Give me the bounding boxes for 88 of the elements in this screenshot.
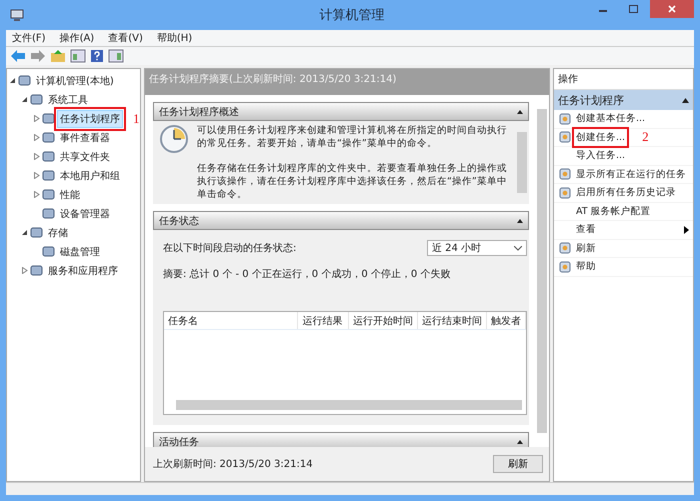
section-header[interactable]: 任务状态 — [153, 211, 529, 230]
annotation-number: 1 — [133, 110, 140, 126]
tree-item[interactable]: 服务和应用程序 — [45, 262, 121, 280]
expand-arrow-icon[interactable] — [33, 153, 40, 160]
node-icon — [18, 74, 31, 87]
close-button[interactable] — [650, 0, 694, 18]
node-icon — [42, 245, 55, 258]
collapse-arrow-icon — [517, 110, 523, 114]
action-item[interactable]: 显示所有正在运行的任务 — [576, 168, 686, 181]
column-header[interactable]: 触发者 — [487, 312, 526, 329]
tree-item[interactable]: 设备管理器 — [57, 204, 113, 222]
action-icon — [559, 186, 571, 199]
maximize-icon — [628, 5, 638, 13]
tree-item[interactable]: 性能 — [57, 186, 83, 204]
action-icon — [559, 260, 571, 273]
tree-item[interactable]: 本地用户和组 — [57, 166, 123, 184]
column-header[interactable]: 运行开始时间 — [349, 312, 418, 329]
window-title: 计算机管理 — [320, 7, 384, 24]
description-text: 可以使用任务计划程序来创建和管理计算机将在所指定的时间自动执行的常见任务。若要开始，请单击“操作”菜单中的命令。 — [197, 124, 507, 150]
scrollbar[interactable] — [517, 132, 527, 193]
period-label: 在以下时间段启动的任务状态: — [163, 242, 296, 255]
action-pane-icon[interactable] — [108, 49, 124, 63]
annotation-number: 2 — [642, 129, 649, 146]
node-icon — [30, 226, 43, 239]
action-icon — [559, 112, 571, 125]
close-icon — [668, 5, 676, 13]
collapse-arrow-icon[interactable] — [21, 96, 28, 103]
menu-item[interactable]: 查看(V) — [108, 31, 143, 45]
action-item[interactable]: 导入任务... — [576, 149, 626, 162]
folder-up-icon[interactable] — [50, 49, 66, 63]
node-icon — [42, 131, 55, 144]
node-icon — [42, 207, 55, 220]
collapse-arrow-icon — [682, 98, 689, 102]
column-header[interactable]: 任务名 — [164, 312, 298, 329]
action-item[interactable]: 帮助 — [576, 260, 596, 274]
collapse-arrow-icon — [517, 440, 523, 444]
action-icon — [559, 131, 571, 144]
last-refresh-text: 上次刷新时间: 2013/5/20 3:21:14 — [153, 458, 313, 471]
status-summary: 摘要: 总计 0 个 - 0 个正在运行，0 个成功，0 个停止，0 个失败 — [163, 268, 452, 281]
summary-header: 任务计划程序摘要(上次刷新时间: 2013/5/20 3:21:14) — [145, 69, 549, 95]
actions-section-header[interactable]: 任务计划程序 — [554, 90, 693, 110]
action-item[interactable]: 启用所有任务历史记录 — [576, 186, 676, 200]
console-pane-icon[interactable] — [70, 49, 86, 63]
chevron-down-icon — [514, 246, 522, 250]
node-icon — [42, 112, 55, 125]
menu-item[interactable]: 操作(A) — [60, 31, 94, 45]
action-item[interactable]: 查看 — [576, 223, 596, 236]
help-icon[interactable] — [90, 49, 104, 63]
node-icon — [30, 264, 43, 277]
tree-item[interactable]: 存储 — [45, 224, 71, 242]
expand-arrow-icon[interactable] — [33, 115, 40, 122]
action-item[interactable]: 刷新 — [576, 242, 596, 255]
collapse-arrow-icon — [517, 218, 523, 222]
node-icon — [42, 169, 55, 182]
node-icon — [42, 188, 55, 201]
refresh-button[interactable]: 刷新 — [493, 455, 543, 473]
description-text: 任务存储在任务计划程序库的文件夹中。若要查看单独任务上的操作或执行该操作，请在任务计划程序库中选择该任务，然后在“操作”菜单中单击命令。 — [197, 162, 507, 201]
submenu-arrow-icon — [684, 226, 689, 234]
node-icon — [42, 150, 55, 163]
tree-item[interactable]: 计算机管理(本地) — [33, 72, 117, 90]
section-header[interactable]: 活动任务 — [153, 432, 529, 447]
forward-icon[interactable] — [30, 49, 46, 63]
node-icon — [30, 93, 43, 106]
expand-arrow-icon[interactable] — [33, 172, 40, 179]
tree-item[interactable]: 事件查看器 — [57, 128, 113, 146]
expand-arrow-icon[interactable] — [33, 191, 40, 198]
collapse-arrow-icon[interactable] — [21, 229, 28, 236]
scrollbar[interactable] — [537, 109, 547, 433]
computer-icon — [10, 8, 24, 22]
tree-item[interactable]: 共享文件夹 — [57, 148, 113, 166]
action-item[interactable]: 创建基本任务... — [576, 112, 646, 126]
tree-item[interactable]: 系统工具 — [45, 90, 91, 108]
clock-icon — [159, 124, 189, 154]
tree-item[interactable]: 磁盘管理 — [57, 242, 103, 260]
back-icon[interactable] — [10, 49, 26, 63]
period-dropdown[interactable]: 近 24 小时 — [427, 240, 527, 256]
action-icon — [559, 242, 571, 254]
column-header[interactable]: 运行结束时间 — [418, 312, 487, 329]
horizontal-scrollbar[interactable] — [176, 400, 522, 410]
action-item[interactable]: AT 服务帐户配置 — [576, 204, 651, 218]
action-icon — [559, 168, 571, 180]
menu-item[interactable]: 帮助(H) — [156, 31, 192, 45]
menu-item[interactable]: 文件(F) — [12, 31, 46, 45]
expand-arrow-icon[interactable] — [21, 267, 28, 274]
section-header[interactable]: 任务计划程序概述 — [153, 102, 529, 121]
column-header[interactable]: 运行结果 — [298, 312, 349, 329]
expand-arrow-icon[interactable] — [33, 134, 40, 141]
collapse-arrow-icon[interactable] — [9, 77, 16, 84]
